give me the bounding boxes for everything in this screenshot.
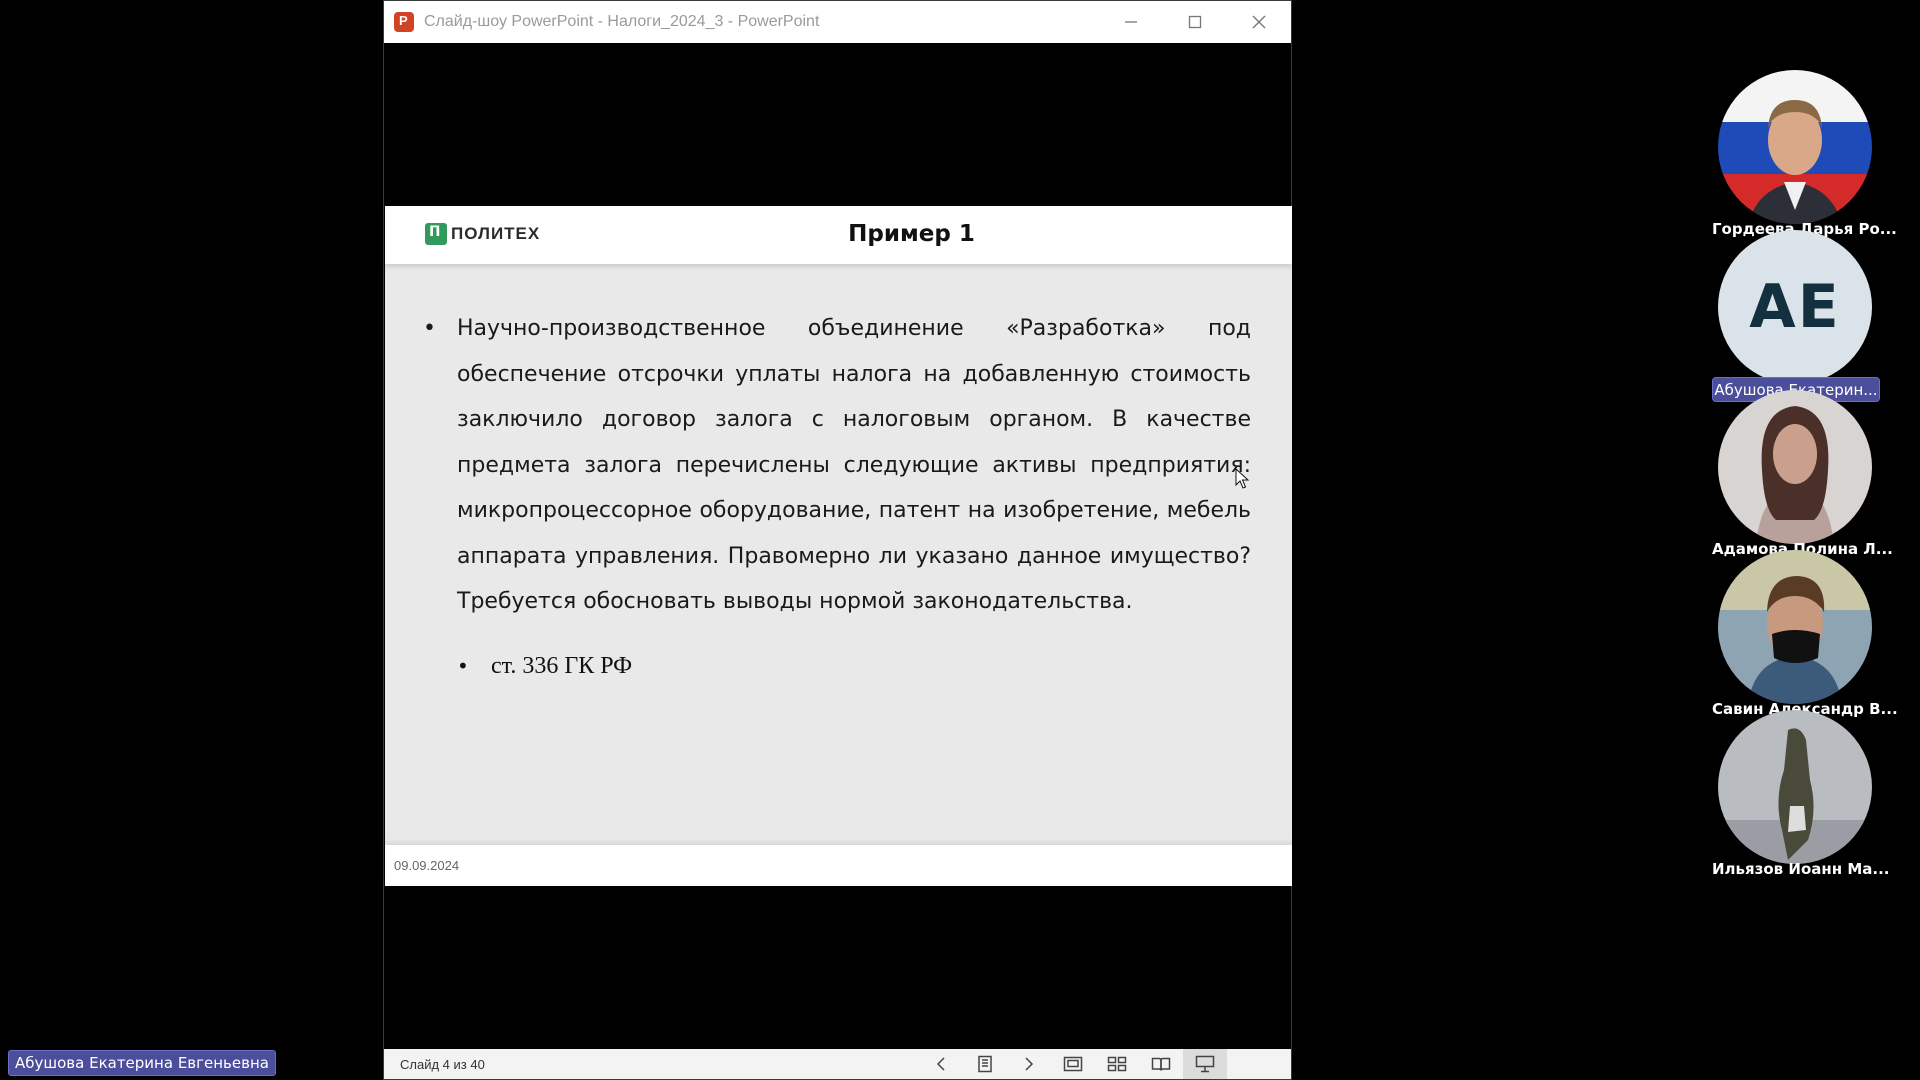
slide-header: ПОЛИТЕХ Пример 1 — [385, 206, 1292, 264]
bullet-reference: • ст. 336 ГК РФ — [457, 649, 1251, 683]
slide-sorter-icon — [1107, 1056, 1127, 1072]
speaker-name-label: Абушова Екатерина Евгеньевна — [8, 1050, 276, 1076]
slideshow-button[interactable] — [1183, 1049, 1227, 1079]
avatar-photo-portrait — [1718, 550, 1872, 704]
task-text: Научно-производственное объединение «Раз… — [457, 316, 1251, 614]
slideshow-controls — [919, 1049, 1227, 1079]
next-icon — [1025, 1057, 1034, 1071]
normal-view-button[interactable] — [1051, 1049, 1095, 1079]
maximize-icon — [1188, 15, 1202, 29]
slideshow-icon — [1195, 1055, 1215, 1073]
previous-slide-button[interactable] — [919, 1049, 963, 1079]
next-slide-button[interactable] — [1007, 1049, 1051, 1079]
title-bar: Слайд-шоу PowerPoint - Налоги_2024_3 - P… — [384, 1, 1291, 43]
minimize-icon — [1125, 21, 1137, 23]
slide-sorter-button[interactable] — [1095, 1049, 1139, 1079]
mouse-cursor-icon — [1235, 468, 1250, 489]
bullet-task: • Научно-производственное объединение «Ра… — [423, 306, 1251, 625]
minimize-button[interactable] — [1099, 1, 1163, 43]
avatar-photo-portrait — [1718, 390, 1872, 544]
screen: Слайд-шоу PowerPoint - Налоги_2024_3 - P… — [0, 0, 1920, 1080]
slide-body: • Научно-производственное объединение «Ра… — [423, 306, 1251, 683]
participant-avatar: АЕ — [1718, 230, 1872, 384]
participant-avatar — [1718, 390, 1872, 544]
participant-avatar — [1718, 710, 1872, 864]
avatar-initials: АЕ — [1718, 230, 1872, 384]
slide-menu-button[interactable] — [963, 1049, 1007, 1079]
bullet-dot: • — [457, 653, 469, 678]
window-title: Слайд-шоу PowerPoint - Налоги_2024_3 - P… — [424, 13, 820, 30]
prev-icon — [936, 1057, 945, 1071]
slide-footer: 09.09.2024 — [385, 845, 1292, 886]
normal-view-icon — [1063, 1056, 1083, 1072]
avatar-photo-lizard — [1718, 710, 1872, 864]
participant-tile[interactable]: Ильязов Иоанн Ма... — [1700, 710, 1890, 900]
powerpoint-slideshow-window: Слайд-шоу PowerPoint - Налоги_2024_3 - P… — [383, 0, 1292, 1080]
participant-name: Ильязов Иоанн Ма... — [1712, 860, 1890, 878]
reading-view-button[interactable] — [1139, 1049, 1183, 1079]
slide-date: 09.09.2024 — [394, 858, 460, 873]
slide[interactable]: ПОЛИТЕХ Пример 1 • Научно-производственно… — [385, 206, 1292, 886]
participant-avatar — [1718, 70, 1872, 224]
close-icon — [1252, 15, 1266, 29]
close-button[interactable] — [1227, 1, 1291, 43]
maximize-button[interactable] — [1163, 1, 1227, 43]
slide-menu-icon — [978, 1055, 992, 1073]
slideshow-status-bar: Слайд 4 из 40 — [384, 1049, 1291, 1079]
participant-avatar — [1718, 550, 1872, 704]
window-controls — [1099, 1, 1291, 43]
slide-counter: Слайд 4 из 40 — [400, 1056, 485, 1072]
reference-text: ст. 336 ГК РФ — [491, 652, 633, 679]
avatar-photo-flag-portrait — [1718, 70, 1872, 224]
slide-title: Пример 1 — [848, 221, 975, 247]
powerpoint-icon — [394, 12, 414, 32]
bullet-dot: • — [423, 316, 436, 341]
reading-view-icon — [1151, 1057, 1171, 1071]
